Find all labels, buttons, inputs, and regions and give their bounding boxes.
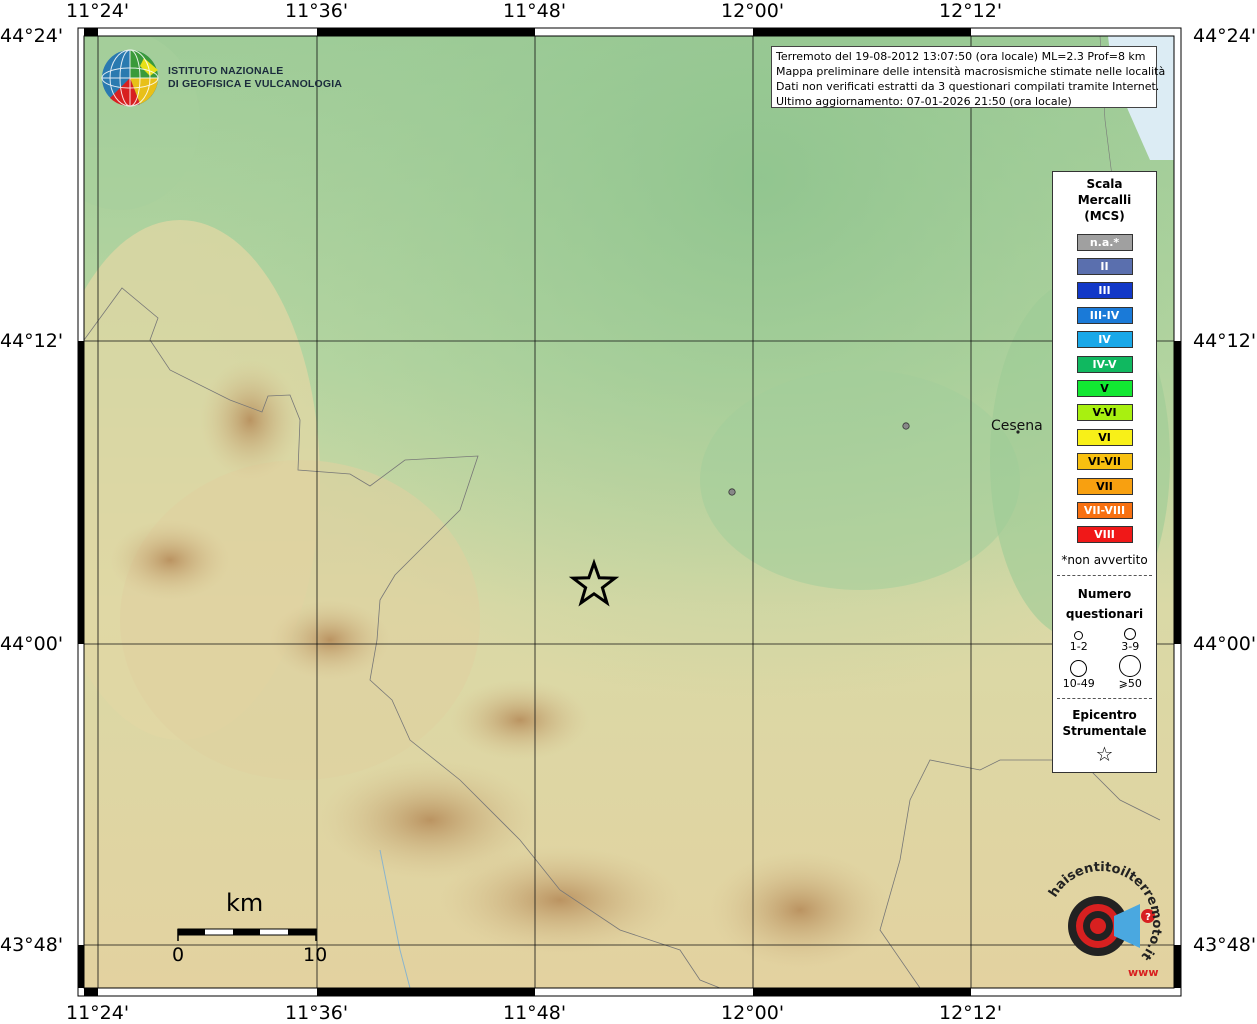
intensity-legend-item: IV [1053,328,1156,352]
epicenter-title-line1: Epicentro [1072,708,1137,723]
lat-label-left: 44°24' [0,25,64,47]
last-update-line: Ultimo aggiornamento: 07-01-2026 21:50 (… [776,95,1072,108]
scale-start-label: 0 [172,944,185,966]
legend-title-line: Mercalli [1077,193,1132,207]
legend-divider [1057,575,1152,577]
legend-panel: Scala Mercalli (MCS) n.a.* II III III-IV IV I… [1052,171,1157,773]
event-info-box: Terremoto del 19-08-2012 13:07:50 (ora l… [771,46,1166,108]
intensity-swatch: II [1076,258,1133,276]
intensity-swatch: V [1076,380,1133,398]
data-source-line: Dati non verificati estratti da 3 questi… [776,80,1160,93]
ingv-name-line1: ISTITUTO NAZIONALE [168,65,284,77]
intensity-swatch: IV [1076,331,1133,349]
intensity-legend-item: III [1053,279,1156,303]
intensity-swatch: VII-VIII [1076,501,1133,519]
lat-label-right: 44°24' [1193,25,1257,47]
intensity-swatch: VI [1076,428,1133,446]
event-line: Terremoto del 19-08-2012 13:07:50 (ora l… [776,50,1146,63]
count-label: 3-9 [1121,640,1140,654]
count-label: 1-2 [1069,640,1088,654]
intensity-legend-item: VII [1053,474,1156,498]
medium-circle-icon [1124,628,1137,641]
legend-divider [1057,698,1152,700]
intensity-scale: n.a.* II III III-IV IV IV-V V V-VI VI VI-VII VII VI… [1053,230,1156,547]
intensity-swatch: VIII [1076,526,1133,544]
lat-label-left: 44°12' [0,330,64,352]
lat-label-right: 43°48' [1193,934,1257,956]
legend-title-line: (MCS) [1084,209,1125,223]
terrain-layer [84,36,1174,988]
lon-label-top: 12°00' [721,0,785,22]
epicenter-title-line2: Strumentale [1062,724,1147,739]
lon-label-bottom: 12°00' [721,1002,785,1024]
count-label: ⩾50 [1118,677,1142,691]
lat-label-right: 44°12' [1193,330,1257,352]
intensity-swatch: III [1076,282,1133,300]
count-labels-row: 10-49 ⩾50 [1053,677,1156,690]
map-description-line: Mappa preliminare delle intensità macros… [776,65,1166,78]
ingv-logo: ISTITUTO NAZIONALE DI GEOFISICA E VULCAN… [100,48,342,108]
small-circle-icon [1074,631,1084,641]
intensity-swatch: VI-VII [1076,453,1133,471]
intensity-swatch: IV-V [1076,355,1133,373]
intensity-legend-item: V [1053,376,1156,400]
scale-unit-label: km [226,889,264,917]
intensity-swatch: V-VI [1076,404,1133,422]
lon-label-bottom: 11°36' [285,1002,349,1024]
intensity-swatch: III-IV [1076,306,1133,324]
intensity-legend-item: IV-V [1053,352,1156,376]
lon-label-top: 12°12' [939,0,1003,22]
intensity-legend-item: VI [1053,425,1156,449]
lat-label-left: 44°00' [0,633,64,655]
count-title-line2: questionari [1065,607,1144,622]
lon-label-bottom: 12°12' [939,1002,1003,1024]
count-symbols-row [1053,624,1156,641]
badge-www: www [1128,966,1159,979]
lon-label-bottom: 11°48' [503,1002,567,1024]
count-labels-row: 1-2 3-9 [1053,640,1156,653]
locality-marker[interactable] [902,422,910,430]
lat-label-right: 44°00' [1193,633,1257,655]
legend-title: Scala Mercalli (MCS) [1053,176,1156,224]
intensity-legend-item: VIII [1053,523,1156,547]
lon-label-top: 11°48' [503,0,567,22]
count-title-line1: Numero [1077,587,1132,602]
count-symbols-row [1053,653,1156,678]
intensity-legend-item: III-IV [1053,303,1156,327]
intensity-legend-item: V-VI [1053,401,1156,425]
intensity-legend-item: n.a.* [1053,230,1156,254]
xlarge-circle-icon [1119,655,1142,678]
legend-note: *non avvertito [1061,553,1148,568]
lon-label-top: 11°24' [66,0,130,22]
epicenter-legend-star-icon: ☆ [1095,742,1114,767]
large-circle-icon [1070,660,1088,678]
haisentito-badge[interactable]: ? haisentitoilterremoto.it www [1036,858,1166,988]
ingv-name-line2: DI GEOFISICA E VULCANOLOGIA [168,78,343,90]
lon-label-bottom: 11°24' [66,1002,130,1024]
intensity-legend-item: VII-VIII [1053,498,1156,522]
lon-label-top: 11°36' [285,0,349,22]
legend-title-line: Scala [1086,177,1123,191]
locality-marker[interactable] [728,488,736,496]
intensity-legend-item: II [1053,254,1156,278]
count-label: 10-49 [1062,677,1095,691]
lat-label-left: 43°48' [0,934,64,956]
intensity-swatch: VII [1076,477,1133,495]
scale-end-label: 10 [303,944,328,966]
intensity-swatch: n.a.* [1076,233,1133,251]
city-label-cesena[interactable]: Cesena [991,418,1043,434]
intensity-legend-item: VI-VII [1053,450,1156,474]
ingv-globe-icon [101,49,159,107]
